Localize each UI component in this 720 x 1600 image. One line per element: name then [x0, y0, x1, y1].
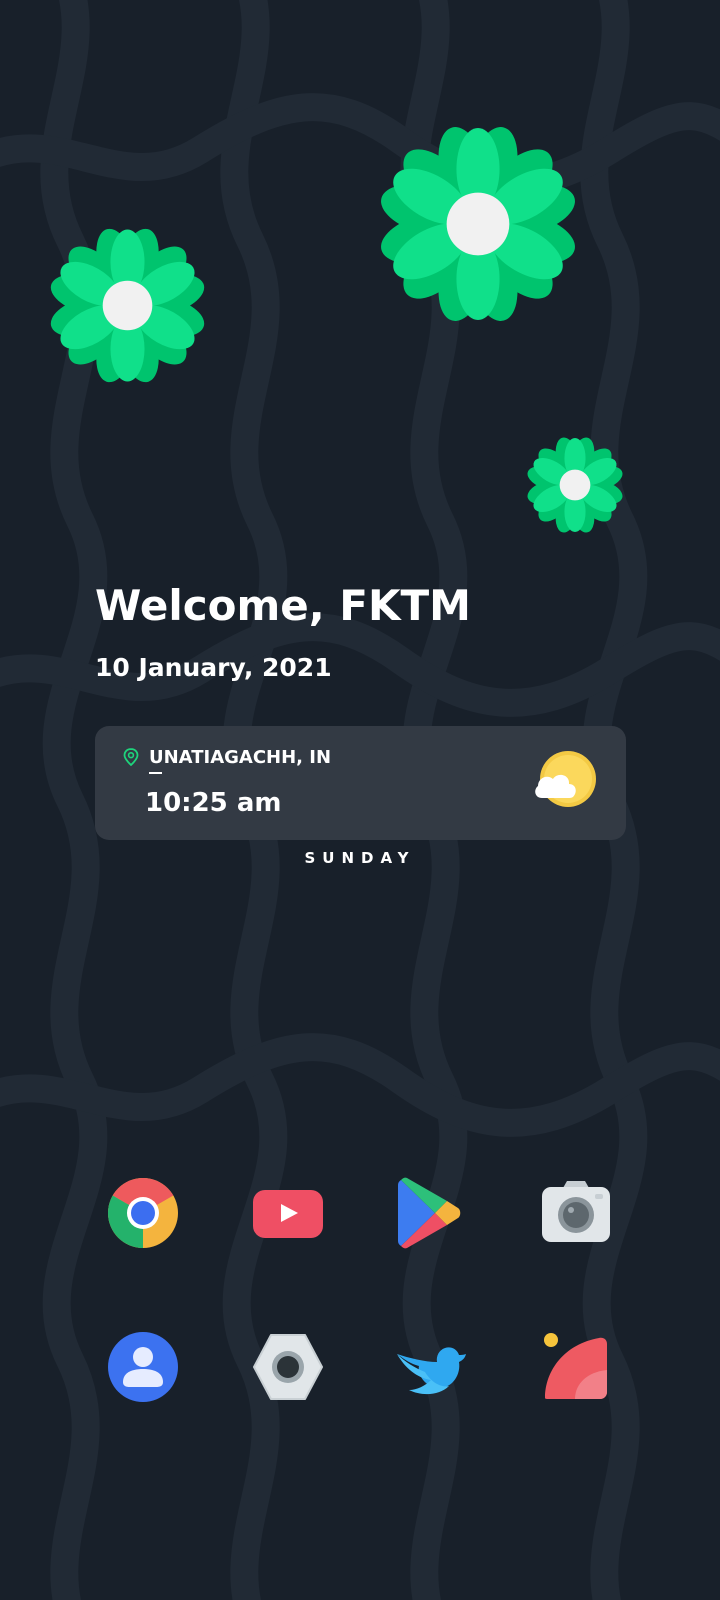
- play-store-app[interactable]: [395, 1176, 469, 1250]
- youtube-icon: [253, 1190, 323, 1238]
- settings-icon: [253, 1334, 323, 1400]
- flower-decoration-left: [50, 228, 205, 383]
- gallery-app[interactable]: [539, 1330, 613, 1404]
- chrome-app[interactable]: [106, 1176, 180, 1250]
- chrome-icon: [108, 1178, 178, 1248]
- weather-widget[interactable]: UNATIAGACHH, IN 10:25 am: [95, 726, 626, 840]
- weather-location: UNATIAGACHH, IN: [149, 747, 332, 768]
- flower-decoration-top-right: [381, 127, 575, 321]
- location-underline: [149, 772, 162, 774]
- youtube-app[interactable]: [251, 1176, 325, 1250]
- flower-decoration-small: [527, 437, 623, 533]
- contacts-icon: [108, 1332, 178, 1402]
- current-date: 10 January, 2021: [95, 653, 332, 682]
- gallery-icon: [544, 1333, 607, 1399]
- contacts-app[interactable]: [106, 1330, 180, 1404]
- current-time: 10:25 am: [145, 788, 282, 818]
- camera-icon: [542, 1181, 610, 1242]
- twitter-app[interactable]: [395, 1330, 469, 1404]
- camera-app[interactable]: [539, 1176, 613, 1250]
- day-of-week: SUNDAY: [304, 849, 416, 867]
- welcome-greeting: Welcome, FKTM: [95, 581, 471, 630]
- twitter-icon: [397, 1347, 466, 1395]
- location-pin-icon: [123, 748, 139, 766]
- settings-app[interactable]: [251, 1330, 325, 1404]
- play-store-icon: [398, 1177, 461, 1249]
- partly-cloudy-icon: [535, 751, 596, 807]
